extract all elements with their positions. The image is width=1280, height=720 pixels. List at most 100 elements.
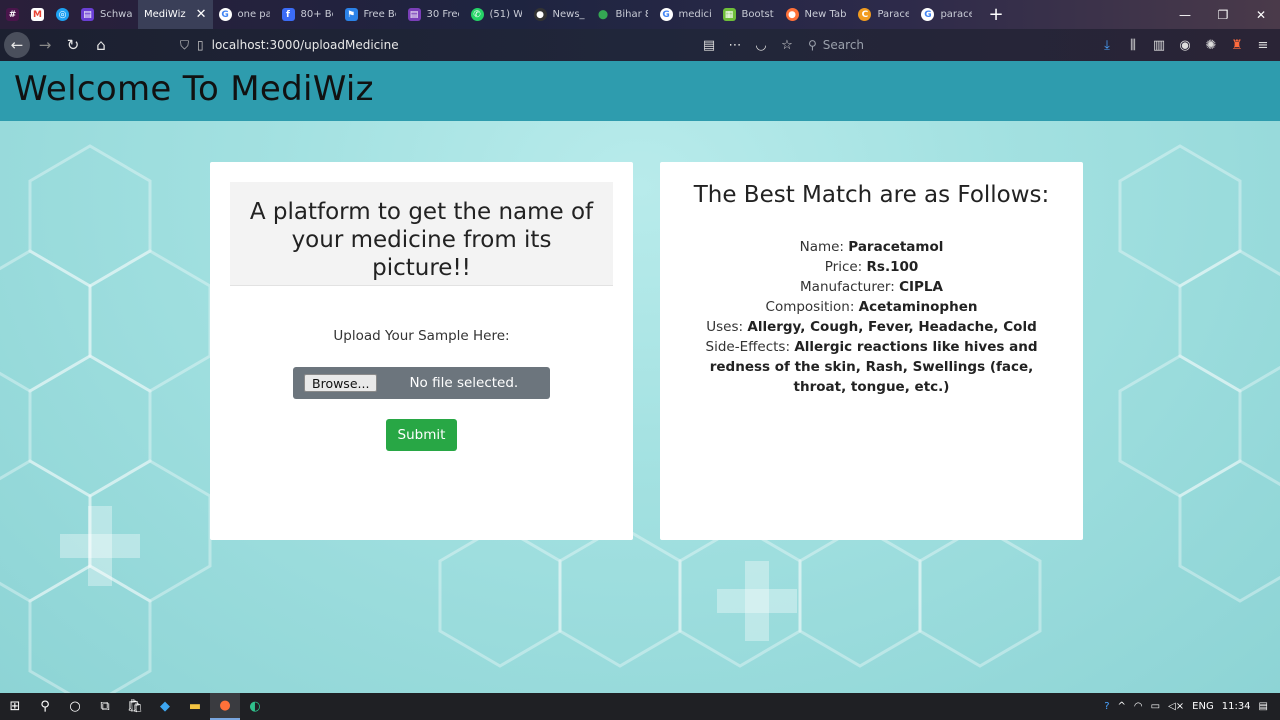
result-value: Acetaminophen <box>858 299 978 315</box>
result-composition: Composition: Acetaminophen <box>696 297 1047 317</box>
notification-icon[interactable]: ▤ <box>1259 701 1268 712</box>
tab-mediwiz[interactable]: MediWiz ✕ <box>138 0 213 29</box>
tab-bihar[interactable]: ⬤ Bihar 84 <box>591 0 654 29</box>
result-key: Manufacturer: <box>800 279 895 295</box>
tab-label: News_cl <box>552 9 585 20</box>
new-tab-button[interactable]: + <box>978 4 1013 25</box>
tab-bootstrap[interactable]: ▦ Bootstr <box>717 0 780 29</box>
grid-icon: ▦ <box>722 8 736 21</box>
tab-gmail[interactable]: M <box>25 0 50 29</box>
vscode-icon[interactable]: ◆ <box>150 693 180 720</box>
app-icon: ◎ <box>56 8 69 21</box>
cortana-icon[interactable]: ○ <box>60 693 90 720</box>
result-value: Paracetamol <box>848 239 944 255</box>
windows-taskbar: ⊞ ⚲ ○ ⧉ 🛍 ◆ ▬ ● ◐ ? ^ ◠ ▭ ◁× ENG 11:34 ▤ <box>0 693 1280 720</box>
edge-icon[interactable]: ◐ <box>240 693 270 720</box>
account-icon[interactable]: ◉ <box>1174 34 1196 56</box>
tab-medicine[interactable]: Gmedicin <box>654 0 717 29</box>
c-icon: C <box>858 8 872 21</box>
result-key: Name: <box>799 239 844 255</box>
tab-slack[interactable]: # <box>0 0 25 29</box>
flag-icon: ⚑ <box>344 8 358 21</box>
task-view-icon[interactable]: ⧉ <box>90 693 120 720</box>
tab-label: Schwag <box>100 9 132 20</box>
file-input[interactable]: Browse... No file selected. <box>293 367 550 399</box>
star-icon[interactable]: ☆ <box>776 34 798 56</box>
help-icon[interactable]: ? <box>1104 701 1109 712</box>
tab-label: medicin <box>678 9 711 20</box>
tab-80-best[interactable]: f 80+ Bes <box>276 0 339 29</box>
doc-icon: ▤ <box>407 8 421 21</box>
search-input[interactable]: ⚲ Search <box>802 38 1092 52</box>
tab-news[interactable]: ● News_cl <box>528 0 591 29</box>
battery-icon[interactable]: ▭ <box>1151 701 1160 712</box>
close-icon[interactable]: ✕ <box>196 7 207 22</box>
search-icon[interactable]: ⚲ <box>30 693 60 720</box>
tab-label: Bihar 84 <box>615 9 648 20</box>
home-button[interactable]: ⌂ <box>88 32 114 58</box>
sidebar-icon[interactable]: ▥ <box>1148 34 1170 56</box>
library-icon[interactable]: ⫼ <box>1122 34 1144 56</box>
tab-schwag[interactable]: ▤ Schwag <box>75 0 138 29</box>
windows-start-icon[interactable]: ⊞ <box>0 693 30 720</box>
close-window-icon[interactable]: ✕ <box>1242 0 1280 29</box>
pocket-icon[interactable]: ◡ <box>750 34 772 56</box>
url-text[interactable]: localhost:3000/uploadMedicine <box>212 38 399 52</box>
tab-new-tab[interactable]: ● New Tab <box>780 0 853 29</box>
more-icon[interactable]: ⋯ <box>724 34 746 56</box>
result-value: CIPLA <box>899 279 943 295</box>
result-uses: Uses: Allergy, Cough, Fever, Headache, C… <box>696 317 1047 337</box>
tab-free-bo[interactable]: ⚑ Free Bo <box>339 0 402 29</box>
results-list: Name: Paracetamol Price: Rs.100 Manufact… <box>696 237 1047 397</box>
browse-button[interactable]: Browse... <box>304 374 378 392</box>
reload-button[interactable]: ↻ <box>60 32 86 58</box>
tab-paracetamol-search[interactable]: Gparacet <box>915 0 978 29</box>
result-side-effects: Side-Effects: Allergic reactions like hi… <box>696 337 1047 397</box>
whatsapp-icon: ✆ <box>470 8 484 21</box>
tagline-text: A platform to get the name of your medic… <box>249 199 594 281</box>
file-explorer-icon[interactable]: ▬ <box>180 693 210 720</box>
search-icon: ⚲ <box>808 38 817 52</box>
submit-button[interactable]: Submit <box>386 419 457 451</box>
result-price: Price: Rs.100 <box>696 257 1047 277</box>
tab-app[interactable]: ◎ <box>50 0 75 29</box>
browser-tab-bar: # M ◎ ▤ Schwag MediWiz ✕ Gone pag f 80+ Bes… <box>0 0 1280 29</box>
tab-label: paracet <box>940 9 973 20</box>
url-bar[interactable]: ⛉ ▯ localhost:3000/uploadMedicine <box>180 34 399 56</box>
arrow-left-icon: ← <box>10 36 24 54</box>
restore-icon[interactable]: ❐ <box>1204 0 1242 29</box>
tab-whatsapp[interactable]: ✆ (51) Wh <box>465 0 528 29</box>
doc-icon: ▤ <box>81 8 94 21</box>
page-title: Welcome To MediWiz <box>14 69 374 109</box>
wifi-icon[interactable]: ◠ <box>1134 701 1143 712</box>
result-value: Rs.100 <box>866 259 919 275</box>
firefox-icon[interactable]: ● <box>210 693 240 720</box>
page-content: Welcome To MediWiz A platform to get the… <box>0 61 1280 693</box>
addon-icon[interactable]: ♜ <box>1226 34 1248 56</box>
tab-paracetamol[interactable]: C Paraceta <box>852 0 915 29</box>
store-icon[interactable]: 🛍 <box>120 693 150 720</box>
chevron-up-icon[interactable]: ^ <box>1118 701 1126 712</box>
github-icon: ● <box>533 8 547 21</box>
volume-muted-icon[interactable]: ◁× <box>1168 701 1184 712</box>
clock[interactable]: 11:34 <box>1222 701 1251 712</box>
tagline-banner: A platform to get the name of your medic… <box>230 182 613 286</box>
extension-icon[interactable]: ✺ <box>1200 34 1222 56</box>
result-key: Price: <box>824 259 863 275</box>
minimize-icon[interactable]: — <box>1166 0 1204 29</box>
forward-button[interactable]: → <box>32 32 58 58</box>
language-indicator[interactable]: ENG <box>1192 701 1214 712</box>
arrow-right-icon: → <box>38 36 52 54</box>
tab-30-free[interactable]: ▤ 30 Free <box>402 0 465 29</box>
map-pin-icon: ⬤ <box>597 9 609 20</box>
shield-icon: ⛉ <box>180 37 190 52</box>
tab-label: Free Bo <box>363 9 396 20</box>
tab-one-page[interactable]: Gone pag <box>213 0 276 29</box>
back-button[interactable]: ← <box>4 32 30 58</box>
reader-view-icon[interactable]: ▤ <box>698 34 720 56</box>
download-icon[interactable]: ⤓ <box>1096 34 1118 56</box>
page-icon: ▯ <box>197 38 204 52</box>
result-key: Uses: <box>706 319 744 335</box>
menu-icon[interactable]: ≡ <box>1252 34 1274 56</box>
home-icon: ⌂ <box>96 36 106 54</box>
